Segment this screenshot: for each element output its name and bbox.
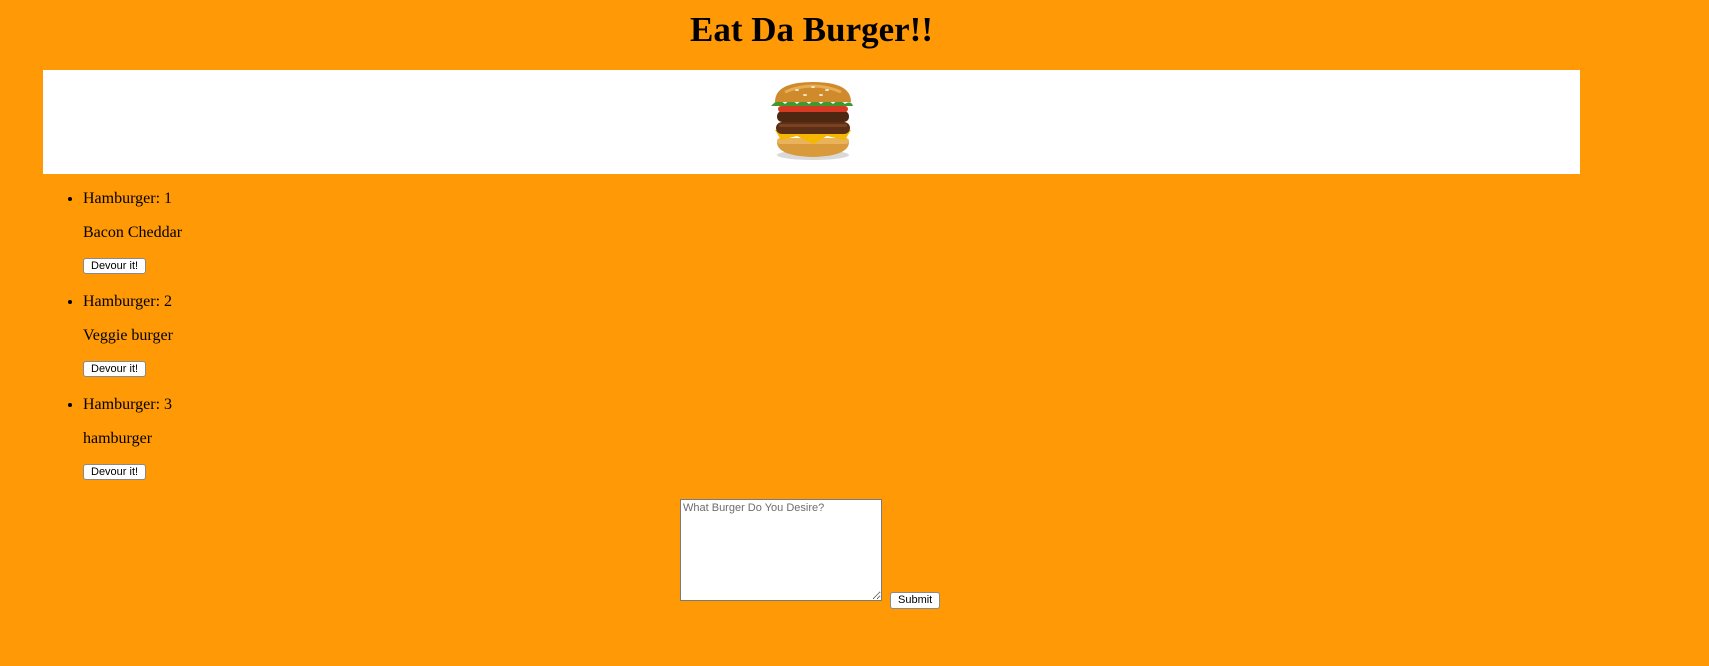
- burger-image: [771, 82, 853, 160]
- burger-number: Hamburger: 1: [83, 190, 173, 207]
- burger-name: Veggie burger: [83, 327, 173, 344]
- devour-button[interactable]: Devour it!: [83, 464, 147, 480]
- burger-number: Hamburger: 3: [83, 396, 173, 413]
- burger-number: Hamburger: 2: [83, 293, 173, 310]
- list-item: Hamburger: 2 Veggie burger Devour it!: [83, 285, 182, 388]
- burger-name-input[interactable]: [680, 499, 882, 601]
- list-item: Hamburger: 1 Bacon Cheddar Devour it!: [83, 182, 182, 285]
- burger-name: hamburger: [83, 430, 153, 447]
- burger-name: Bacon Cheddar: [83, 224, 183, 241]
- devour-button[interactable]: Devour it!: [83, 361, 147, 377]
- page-title: Eat Da Burger!!: [689, 10, 933, 49]
- list-item: Hamburger: 3 hamburger Devour it!: [83, 388, 182, 491]
- submit-button[interactable]: Submit: [890, 592, 941, 609]
- devour-button[interactable]: Devour it!: [83, 258, 147, 274]
- burger-list: Hamburger: 1 Bacon Cheddar Devour it! Ha…: [39, 182, 182, 491]
